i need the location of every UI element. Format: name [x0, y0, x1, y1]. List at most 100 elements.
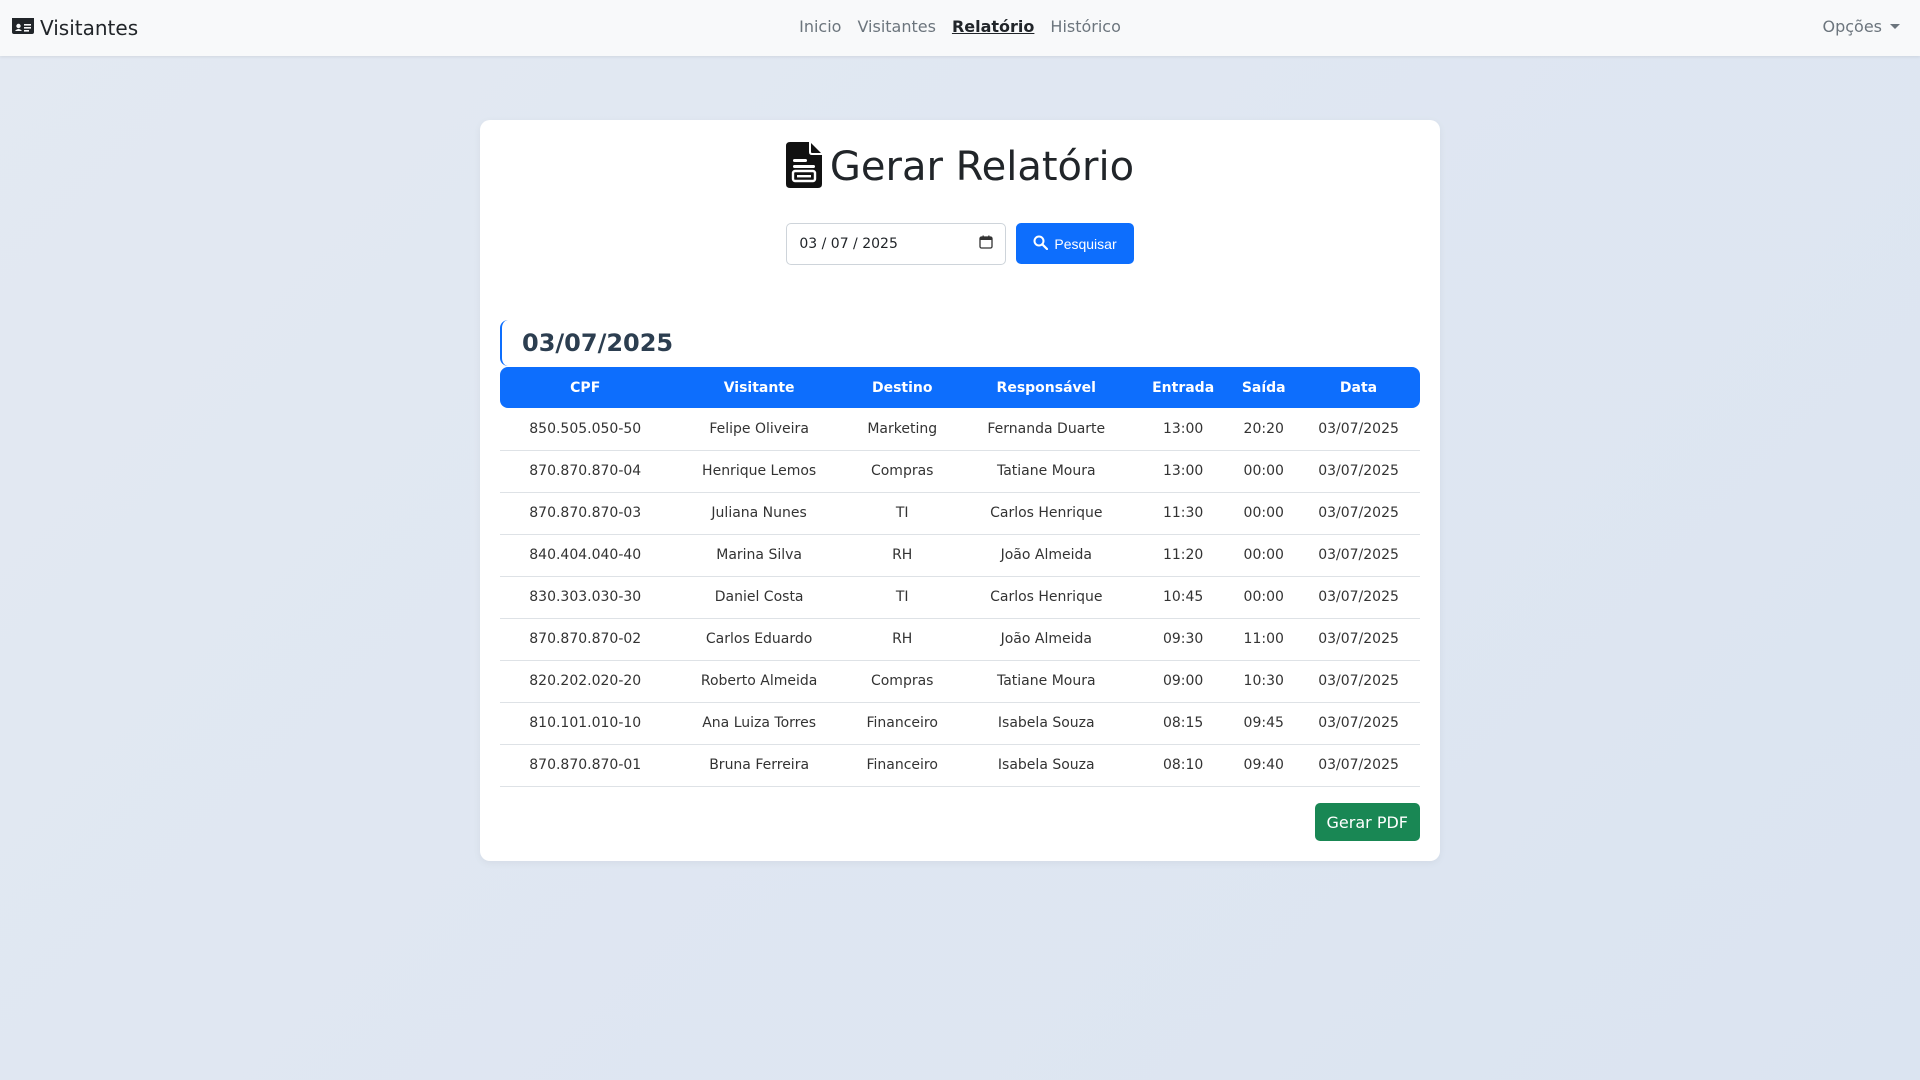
- cell-saida: 00:00: [1230, 576, 1298, 619]
- navbar: Visitantes Inicio Visitantes Relatório H…: [0, 0, 1920, 56]
- date-input[interactable]: 03 / 07 / 2025: [786, 223, 1007, 265]
- cell-cpf: 870.870.870-02: [500, 618, 671, 661]
- cell-entrada: 13:00: [1135, 450, 1231, 493]
- cell-entrada: 08:10: [1135, 744, 1231, 787]
- table-row: 840.404.040-40 Marina Silva RH João Alme…: [500, 534, 1420, 577]
- cell-responsavel: Tatiane Moura: [956, 450, 1136, 493]
- header-cpf: CPF: [500, 367, 671, 408]
- cell-entrada: 08:15: [1135, 702, 1231, 745]
- nav-link-relatorio[interactable]: Relatório: [952, 17, 1034, 36]
- cell-responsavel: Fernanda Duarte: [956, 408, 1136, 451]
- table-row: 870.870.870-03 Juliana Nunes TI Carlos H…: [500, 492, 1420, 535]
- cell-responsavel: Carlos Henrique: [956, 576, 1136, 619]
- title-row: Gerar Relatório: [480, 142, 1440, 192]
- cell-data: 03/07/2025: [1297, 744, 1420, 787]
- cell-cpf: 850.505.050-50: [500, 408, 671, 451]
- nav-link-visitantes[interactable]: Visitantes: [857, 17, 936, 36]
- cell-entrada: 09:30: [1135, 618, 1231, 661]
- cell-responsavel: Tatiane Moura: [956, 660, 1136, 703]
- cell-cpf: 870.870.870-01: [500, 744, 671, 787]
- header-saida: Saída: [1230, 367, 1298, 408]
- cell-data: 03/07/2025: [1297, 702, 1420, 745]
- header-visitante: Visitante: [670, 367, 848, 408]
- cell-visitante: Bruna Ferreira: [670, 744, 848, 787]
- cell-visitante: Daniel Costa: [670, 576, 848, 619]
- visitors-table: CPF Visitante Destino Responsável Entrad…: [500, 367, 1420, 787]
- page-title: Gerar Relatório: [829, 144, 1135, 190]
- cell-entrada: 11:20: [1135, 534, 1231, 577]
- cell-destino: TI: [847, 576, 957, 619]
- header-responsavel: Responsável: [956, 367, 1136, 408]
- cell-data: 03/07/2025: [1297, 576, 1420, 619]
- nav-links: Inicio Visitantes Relatório Histórico: [0, 17, 1920, 36]
- cell-visitante: Roberto Almeida: [670, 660, 848, 703]
- search-row: 03 / 07 / 2025 Pesquisar: [480, 223, 1440, 265]
- cell-destino: Compras: [847, 450, 957, 493]
- cell-saida: 00:00: [1230, 492, 1298, 535]
- cell-entrada: 10:45: [1135, 576, 1231, 619]
- cell-saida: 00:00: [1230, 450, 1298, 493]
- search-button[interactable]: Pesquisar: [1016, 223, 1134, 264]
- cell-responsavel: Isabela Souza: [956, 702, 1136, 745]
- cell-cpf: 820.202.020-20: [500, 660, 671, 703]
- cell-visitante: Marina Silva: [670, 534, 848, 577]
- cell-visitante: Juliana Nunes: [670, 492, 848, 535]
- cell-responsavel: Isabela Souza: [956, 744, 1136, 787]
- cell-responsavel: João Almeida: [956, 618, 1136, 661]
- cell-saida: 20:20: [1230, 408, 1298, 451]
- table-row: 810.101.010-10 Ana Luiza Torres Financei…: [500, 702, 1420, 745]
- cell-saida: 09:40: [1230, 744, 1298, 787]
- cell-cpf: 870.870.870-04: [500, 450, 671, 493]
- cell-saida: 09:45: [1230, 702, 1298, 745]
- cell-entrada: 13:00: [1135, 408, 1231, 451]
- cell-data: 03/07/2025: [1297, 450, 1420, 493]
- cell-visitante: Carlos Eduardo: [670, 618, 848, 661]
- date-heading: 03/07/2025: [500, 320, 1420, 366]
- options-label: Opções: [1822, 17, 1882, 36]
- nav-link-historico[interactable]: Histórico: [1050, 17, 1120, 36]
- cell-saida: 00:00: [1230, 534, 1298, 577]
- table-row: 870.870.870-01 Bruna Ferreira Financeiro…: [500, 744, 1420, 787]
- calendar-icon[interactable]: [979, 235, 994, 253]
- cell-data: 03/07/2025: [1297, 618, 1420, 661]
- cell-destino: Compras: [847, 660, 957, 703]
- table-row: 870.870.870-02 Carlos Eduardo RH João Al…: [500, 618, 1420, 661]
- file-text-icon: [785, 142, 822, 192]
- search-icon: [1033, 235, 1049, 253]
- cell-saida: 11:00: [1230, 618, 1298, 661]
- date-value: 03 / 07 / 2025: [799, 236, 898, 252]
- caret-down-icon: [1890, 24, 1900, 29]
- cell-destino: TI: [847, 492, 957, 535]
- cell-destino: RH: [847, 534, 957, 577]
- header-entrada: Entrada: [1135, 367, 1231, 408]
- cell-cpf: 830.303.030-30: [500, 576, 671, 619]
- generate-pdf-button[interactable]: Gerar PDF: [1314, 803, 1420, 841]
- table-row: 850.505.050-50 Felipe Oliveira Marketing…: [500, 408, 1420, 451]
- cell-visitante: Henrique Lemos: [670, 450, 848, 493]
- search-button-label: Pesquisar: [1054, 235, 1117, 252]
- cell-responsavel: João Almeida: [956, 534, 1136, 577]
- cell-data: 03/07/2025: [1297, 408, 1420, 451]
- cell-data: 03/07/2025: [1297, 534, 1420, 577]
- cell-cpf: 870.870.870-03: [500, 492, 671, 535]
- cell-cpf: 840.404.040-40: [500, 534, 671, 577]
- table-header-row: CPF Visitante Destino Responsável Entrad…: [500, 367, 1420, 408]
- cell-cpf: 810.101.010-10: [500, 702, 671, 745]
- cell-data: 03/07/2025: [1297, 492, 1420, 535]
- options-dropdown[interactable]: Opções: [1822, 17, 1900, 36]
- table-row: 820.202.020-20 Roberto Almeida Compras T…: [500, 660, 1420, 703]
- cell-saida: 10:30: [1230, 660, 1298, 703]
- cell-data: 03/07/2025: [1297, 660, 1420, 703]
- header-data: Data: [1297, 367, 1420, 408]
- cell-entrada: 09:00: [1135, 660, 1231, 703]
- cell-destino: Financeiro: [847, 744, 957, 787]
- cell-destino: Financeiro: [847, 702, 957, 745]
- cell-visitante: Ana Luiza Torres: [670, 702, 848, 745]
- report-card: Gerar Relatório 03 / 07 / 2025 Pesquisar…: [480, 120, 1440, 861]
- cell-destino: Marketing: [847, 408, 957, 451]
- cell-responsavel: Carlos Henrique: [956, 492, 1136, 535]
- header-destino: Destino: [847, 367, 957, 408]
- cell-destino: RH: [847, 618, 957, 661]
- nav-link-inicio[interactable]: Inicio: [799, 17, 841, 36]
- cell-entrada: 11:30: [1135, 492, 1231, 535]
